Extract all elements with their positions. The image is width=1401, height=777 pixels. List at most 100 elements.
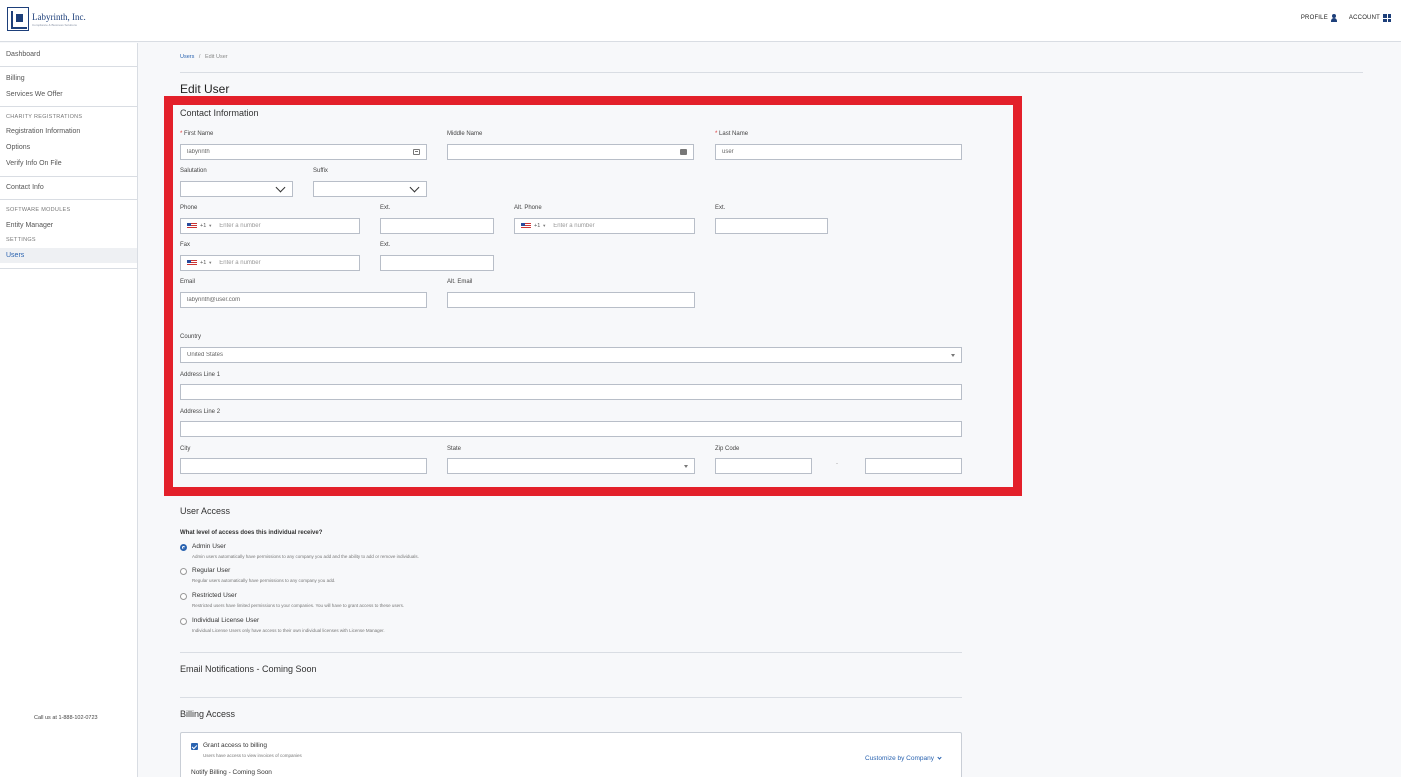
sidebar-item-services[interactable]: Services We Offer: [6, 91, 63, 98]
first-name-value: labyrinth: [187, 149, 210, 155]
sidebar-item-entity-manager[interactable]: Entity Manager: [6, 222, 53, 229]
city-label: City: [180, 446, 191, 452]
zip-ext-field[interactable]: [865, 458, 962, 474]
fax-ext-label: Ext.: [380, 242, 391, 248]
regular-user-label: Regular User: [192, 567, 231, 574]
phone-ext-label: Ext.: [380, 205, 391, 211]
notify-billing-label: Notify Billing - Coming Soon: [191, 769, 272, 776]
admin-user-label: Admin User: [192, 543, 226, 550]
sidebar-item-options[interactable]: Options: [6, 144, 30, 151]
profile-menu[interactable]: PROFILE: [1301, 14, 1337, 22]
alt-phone-ext-field[interactable]: [715, 218, 828, 234]
regular-user-radio[interactable]: [180, 568, 187, 575]
sidebar-heading-charity: CHARITY REGISTRATIONS: [6, 114, 83, 120]
restricted-user-label: Restricted User: [192, 592, 237, 599]
fax-field[interactable]: +1 ▼ Enter a number: [180, 255, 360, 271]
us-flag-icon: [187, 260, 197, 266]
grant-billing-label: Grant access to billing: [203, 742, 267, 749]
email-field[interactable]: labyrinth@user.com: [180, 292, 427, 308]
suffix-select[interactable]: [313, 181, 427, 197]
sidebar-divider: [0, 176, 137, 177]
company-logo[interactable]: Labyrinth, Inc. Compliance & Business So…: [7, 7, 86, 31]
license-user-desc: Individual License Users only have acces…: [192, 628, 385, 633]
address1-label: Address Line 1: [180, 372, 221, 378]
city-field[interactable]: [180, 458, 427, 474]
alt-phone-country-code[interactable]: +1 ▼: [534, 223, 546, 229]
sidebar-item-verify-info[interactable]: Verify Info On File: [6, 160, 62, 167]
sidebar-divider: [0, 199, 137, 200]
fax-label: Fax: [180, 242, 191, 248]
contact-section-title: Contact Information: [180, 108, 259, 118]
caret-down-icon: [951, 353, 955, 357]
first-name-field[interactable]: labyrinth: [180, 144, 427, 160]
zip-separator: -: [836, 461, 838, 467]
account-menu[interactable]: ACCOUNT: [1349, 14, 1391, 22]
alt-phone-ext-label: Ext.: [715, 205, 726, 211]
user-access-title: User Access: [180, 506, 231, 516]
grid-icon: [1383, 14, 1391, 22]
breadcrumb-divider: [180, 72, 1363, 73]
address2-field[interactable]: [180, 421, 962, 437]
breadcrumb-current: Edit User: [204, 54, 228, 60]
labyrinth-logo-icon: [7, 7, 29, 31]
restricted-user-radio[interactable]: [180, 593, 187, 600]
access-question: What level of access does this individua…: [180, 530, 323, 536]
phone-label: Phone: [180, 205, 198, 211]
profile-label: PROFILE: [1300, 15, 1328, 21]
logo-tagline: Compliance & Business Solutions: [32, 22, 77, 27]
license-user-radio[interactable]: [180, 618, 187, 625]
chevron-down-icon: [937, 755, 942, 760]
sidebar-divider: [0, 268, 137, 269]
state-select[interactable]: [447, 458, 695, 474]
alt-phone-label: Alt. Phone: [514, 205, 542, 211]
sidebar-item-registration-info[interactable]: Registration Information: [6, 128, 80, 135]
phone-ext-field[interactable]: [380, 218, 494, 234]
top-bar: Labyrinth, Inc. Compliance & Business So…: [0, 0, 1401, 42]
caret-down-icon: [684, 464, 688, 468]
sidebar-item-dashboard[interactable]: Dashboard: [6, 51, 40, 58]
address1-field[interactable]: [180, 384, 962, 400]
zip-field[interactable]: [715, 458, 812, 474]
alt-phone-placeholder: Enter a number: [553, 223, 595, 229]
state-label: State: [447, 446, 462, 452]
sidebar-divider: [0, 106, 137, 107]
phone-country-code[interactable]: +1 ▼: [200, 223, 212, 229]
alt-email-field[interactable]: [447, 292, 695, 308]
contact-card-icon: [413, 149, 420, 155]
country-value: United States: [187, 352, 224, 358]
alt-email-label: Alt. Email: [447, 279, 473, 285]
last-name-field[interactable]: user: [715, 144, 962, 160]
customize-label: Customize by Company: [865, 755, 934, 762]
sidebar-divider: [0, 66, 137, 67]
salutation-label: Salutation: [180, 168, 207, 174]
chevron-down-icon: [275, 182, 286, 192]
salutation-select[interactable]: [180, 181, 293, 197]
fax-ext-field[interactable]: [380, 255, 494, 271]
sidebar-item-contact-info[interactable]: Contact Info: [6, 184, 44, 191]
customize-by-company-link[interactable]: Customize by Company: [865, 755, 942, 762]
admin-user-radio[interactable]: [180, 544, 187, 551]
sidebar: Dashboard Billing Services We Offer CHAR…: [0, 43, 138, 777]
middle-name-field[interactable]: [447, 144, 694, 160]
admin-user-desc: Admin users automatically have permissio…: [192, 554, 419, 559]
breadcrumb-separator: /: [198, 54, 201, 60]
us-flag-icon: [521, 223, 531, 229]
address2-label: Address Line 2: [180, 409, 221, 415]
alt-phone-field[interactable]: +1 ▼ Enter a number: [514, 218, 695, 234]
fax-country-code[interactable]: +1 ▼: [200, 260, 212, 266]
last-name-label: * Last Name: [715, 131, 749, 137]
country-select[interactable]: United States: [180, 347, 962, 363]
contact-card-icon: [680, 149, 687, 155]
license-user-label: Individual License User: [192, 617, 260, 624]
grant-billing-checkbox[interactable]: [191, 743, 198, 750]
breadcrumb-users-link[interactable]: Users: [180, 54, 194, 60]
email-notifications-title: Email Notifications - Coming Soon: [180, 664, 317, 674]
call-us-text: Call us at 1-888-102-0723: [34, 715, 98, 721]
suffix-label: Suffix: [313, 168, 328, 174]
sidebar-item-users[interactable]: Users: [6, 252, 24, 259]
sidebar-heading-settings: SETTINGS: [6, 237, 36, 243]
phone-field[interactable]: +1 ▼ Enter a number: [180, 218, 360, 234]
billing-access-title: Billing Access: [180, 709, 236, 719]
sidebar-item-billing[interactable]: Billing: [6, 75, 25, 82]
email-label: Email: [180, 279, 196, 285]
